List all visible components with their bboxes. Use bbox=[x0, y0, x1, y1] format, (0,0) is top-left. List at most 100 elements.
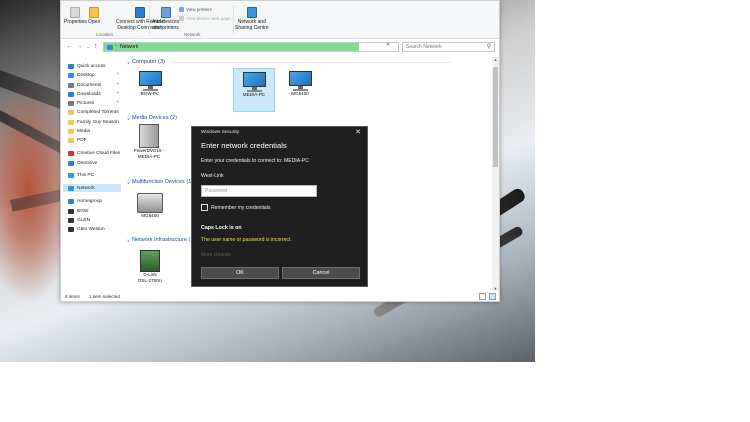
up-arrow-icon[interactable]: ↑ bbox=[94, 42, 98, 52]
error-message: The user name or password is incorrect. bbox=[201, 237, 292, 243]
back-arrow-icon[interactable]: ← bbox=[66, 42, 73, 52]
cancel-button[interactable]: Cancel bbox=[282, 267, 360, 279]
address-path: Network bbox=[120, 44, 139, 50]
details-view-icon[interactable] bbox=[479, 293, 486, 300]
group-header-media-devices[interactable]: ∨ Media Devices (2) bbox=[127, 115, 177, 121]
sidebar-item-glen[interactable]: GLEN bbox=[68, 216, 90, 224]
sidebar-item-pdf[interactable]: PDF bbox=[68, 136, 87, 144]
sidebar-item-media[interactable]: Media bbox=[68, 127, 90, 135]
password-field[interactable] bbox=[201, 185, 317, 197]
checkbox-box[interactable] bbox=[201, 204, 208, 211]
group-header-computer[interactable]: ∨ Computer (3) bbox=[127, 59, 451, 65]
sidebar-item-this-pc[interactable]: This PC bbox=[68, 171, 94, 179]
credentials-dialog: Windows Security ✕ Enter network credent… bbox=[191, 126, 368, 287]
printer-icon bbox=[137, 193, 163, 213]
view-printers-button[interactable]: View printers bbox=[179, 7, 212, 12]
sidebar-item-label: Network bbox=[77, 185, 95, 191]
pin-icon: ✦ bbox=[116, 90, 120, 95]
ribbon-separator bbox=[149, 5, 150, 35]
computer-item-mg5400[interactable]: MG5400 bbox=[279, 68, 321, 97]
sidebar-item-creative-cloud-files[interactable]: Creative Cloud Files bbox=[68, 149, 120, 157]
sidebar-item-homegroup[interactable]: Homegroup bbox=[68, 197, 102, 205]
scroll-down-icon[interactable]: ▼ bbox=[492, 286, 499, 291]
group-label-network: Network bbox=[184, 32, 201, 37]
network-icon bbox=[68, 185, 74, 191]
media-server-icon bbox=[139, 124, 159, 148]
folder-icon bbox=[68, 100, 74, 106]
properties-button[interactable]: Properties bbox=[64, 7, 87, 25]
collapse-chevron-icon: ∨ bbox=[127, 115, 130, 121]
large-icons-view-icon[interactable] bbox=[489, 293, 496, 300]
infra-item-dlink[interactable]: D-Link DSL-2750U bbox=[129, 247, 171, 284]
sidebar-item-network[interactable]: Network bbox=[63, 184, 121, 192]
computer-icon bbox=[68, 172, 74, 178]
open-button[interactable]: Open bbox=[88, 7, 100, 25]
folder-icon bbox=[68, 137, 74, 143]
network-sharing-centre-button[interactable]: Network and Sharing Centre bbox=[235, 7, 269, 31]
multifunction-item-mg5400[interactable]: MG5400 bbox=[129, 190, 171, 219]
sidebar-item-documents[interactable]: Documents bbox=[68, 81, 101, 89]
scroll-up-icon[interactable]: ▲ bbox=[492, 57, 499, 62]
group-header-media-label: Media Devices (2) bbox=[131, 115, 178, 121]
add-devices-label-2: and printers bbox=[152, 25, 179, 31]
dialog-title: Enter network credentials bbox=[201, 141, 287, 150]
pin-icon: ✦ bbox=[116, 71, 120, 76]
user-icon bbox=[68, 217, 74, 223]
ok-button[interactable]: OK bbox=[201, 267, 279, 279]
sidebar-item-bgw[interactable]: BGW bbox=[68, 207, 88, 215]
refresh-icon[interactable]: ✕ bbox=[386, 42, 390, 48]
sidebar-item-desktop[interactable]: Desktop bbox=[68, 71, 95, 79]
dialog-subtitle: Enter your credentials to connect to: ME… bbox=[201, 158, 309, 164]
group-header-infra-label: Network Infrastructure (1) bbox=[131, 237, 196, 243]
sidebar-item-onedrive[interactable]: OneDrive bbox=[68, 159, 97, 167]
scrollbar-thumb[interactable] bbox=[493, 67, 498, 167]
media-item-powerdvd[interactable]: PowerDVD16 - MEDIA-PC bbox=[128, 122, 170, 160]
remember-credentials-checkbox[interactable]: Remember my credentials bbox=[201, 204, 270, 211]
computer-item-media-pc[interactable]: MEDIA-PC bbox=[233, 68, 275, 112]
properties-icon bbox=[70, 7, 81, 18]
sidebar-item-label: PDF bbox=[77, 137, 87, 143]
homegroup-icon bbox=[68, 198, 74, 204]
address-progress-fill bbox=[104, 43, 359, 51]
sidebar-item-family-guy-season[interactable]: Family Guy Season bbox=[68, 118, 119, 126]
view-device-page-label: View device web page bbox=[186, 16, 231, 21]
address-bar[interactable]: › Network bbox=[103, 42, 399, 52]
forward-arrow-icon[interactable]: → bbox=[76, 42, 83, 52]
sidebar-item-pictures[interactable]: Pictures bbox=[68, 99, 94, 107]
sidebar-item-label: Creative Cloud Files bbox=[77, 150, 121, 156]
group-header-network-infrastructure[interactable]: ∨ Network Infrastructure (1) bbox=[127, 237, 195, 243]
add-devices-button[interactable]: Add devices and printers bbox=[152, 7, 179, 31]
star-icon bbox=[68, 63, 74, 69]
printer-icon bbox=[179, 7, 184, 12]
search-box[interactable]: Search Network ⚲ bbox=[402, 42, 495, 52]
user-icon bbox=[68, 226, 74, 232]
group-header-multifunction[interactable]: ∨ Multifunction Devices (1) bbox=[127, 179, 193, 185]
sidebar-item-label: GLEN bbox=[77, 217, 91, 223]
sidebar-item-label: BGW bbox=[77, 208, 89, 214]
computer-item-bgw-pc[interactable]: BGW-PC bbox=[129, 68, 171, 97]
router-label-2: DSL-2750U bbox=[137, 278, 162, 283]
sidebar-item-label: This PC bbox=[77, 172, 95, 178]
sidebar-item-downloads[interactable]: Downloads bbox=[68, 90, 101, 98]
folder-icon bbox=[68, 128, 74, 134]
recent-locations-chevron-icon[interactable]: ⌄ bbox=[86, 42, 90, 52]
sidebar-item-label: Family Guy Season bbox=[77, 119, 119, 125]
vertical-scrollbar[interactable]: ▲ ▼ bbox=[492, 57, 499, 291]
web-page-icon bbox=[179, 16, 184, 21]
sidebar-item-quick-access[interactable]: Quick access bbox=[68, 62, 106, 70]
selected-count: 1 item selected bbox=[89, 294, 120, 299]
computer-label: BGW-PC bbox=[140, 91, 160, 96]
cloud-icon bbox=[68, 150, 74, 156]
search-icon: ⚲ bbox=[486, 44, 491, 50]
folder-icon bbox=[68, 109, 74, 115]
sidebar-item-glen-weston[interactable]: Glen Weston bbox=[68, 225, 105, 233]
network-sharing-icon bbox=[246, 7, 257, 18]
user-icon bbox=[68, 208, 74, 214]
more-choices-link[interactable]: More choices bbox=[201, 252, 231, 258]
group-divider bbox=[170, 61, 451, 63]
remember-label: Remember my credentials bbox=[211, 204, 271, 211]
close-icon[interactable]: ✕ bbox=[355, 128, 361, 136]
network-sharing-label-2: Sharing Centre bbox=[235, 25, 269, 31]
sidebar-item-completed-torrents[interactable]: Completed Torrents bbox=[68, 108, 119, 116]
view-device-page-button[interactable]: View device web page bbox=[179, 16, 231, 21]
